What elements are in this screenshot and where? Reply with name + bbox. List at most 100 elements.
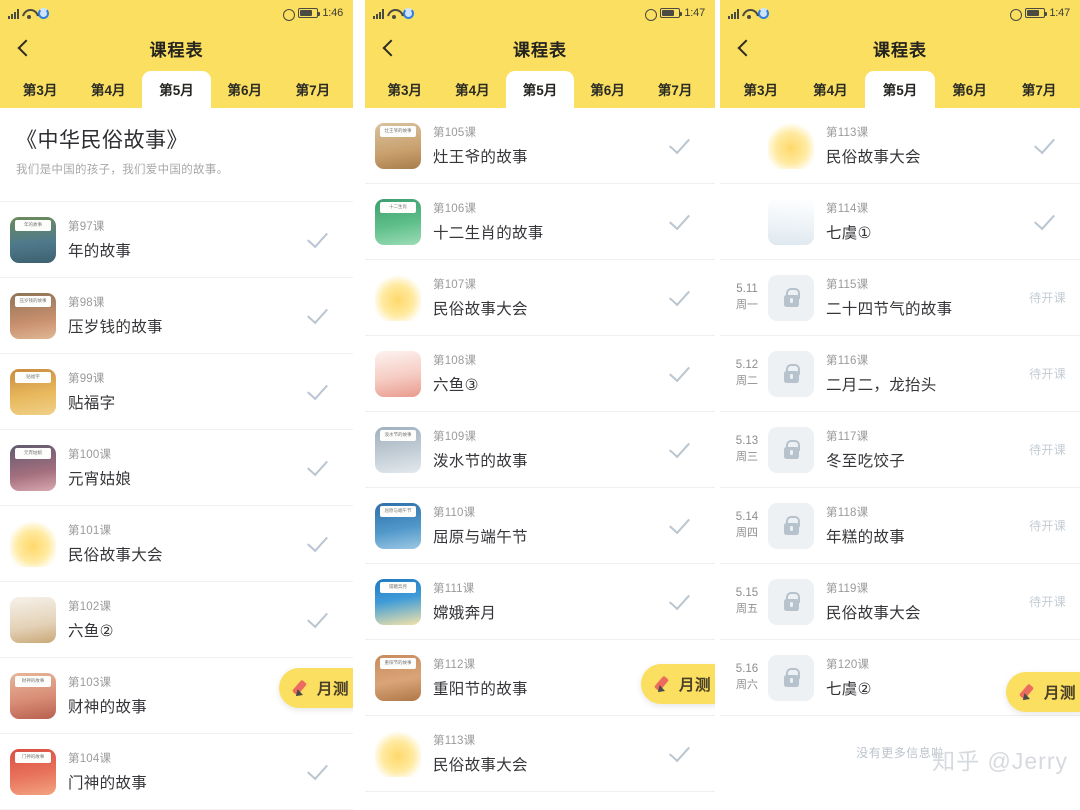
lesson-meta: 第111课 嫦娥奔月 (433, 580, 664, 623)
monthly-test-button[interactable]: 月测 (641, 664, 715, 704)
pending-status-label: 待开课 (1029, 443, 1066, 457)
monthly-test-label: 月测 (317, 681, 350, 698)
phone-screenshot-panel-2: 1:47 课程表 第3月 第4月 第5月 第6月 第7月 灶王爷的故事 第105课… (365, 0, 715, 810)
lesson-meta: 第97课 年的故事 (68, 218, 302, 261)
lesson-date-value: 5.13 (735, 435, 759, 448)
checkmark-icon (669, 740, 690, 763)
lesson-row[interactable]: 第107课 民俗故事大会 (365, 260, 715, 336)
status-bar-3: 1:47 (720, 0, 1080, 26)
thumbnail-artwork (10, 520, 56, 567)
lesson-row[interactable]: 元宵姑娘 第100课 元宵姑娘 (0, 430, 353, 506)
thumbnail-caption: 年的故事 (15, 219, 51, 231)
lesson-row[interactable]: 贴福字 第99课 贴福字 (0, 354, 353, 430)
lesson-date: 5.16 周六 (730, 661, 764, 694)
lesson-meta: 第110课 屈原与端午节 (433, 504, 664, 547)
tab-month-5[interactable]: 第5月 (142, 71, 211, 108)
tab-month-3[interactable]: 第3月 (371, 71, 439, 108)
lesson-status: 待开课 (1029, 517, 1066, 534)
lesson-row[interactable]: 第108课 六鱼③ (365, 336, 715, 412)
lesson-meta: 第118课 年糕的故事 (826, 504, 1023, 547)
monthly-test-label: 月测 (1044, 685, 1077, 702)
lesson-title: 门神的故事 (68, 775, 148, 792)
tab-month-7[interactable]: 第7月 (1004, 71, 1074, 108)
month-tabs-1: 第3月 第4月 第5月 第6月 第7月 (0, 70, 353, 108)
lesson-status (669, 588, 701, 611)
tab-month-7[interactable]: 第7月 (641, 71, 709, 108)
lesson-row[interactable]: 年的故事 第97课 年的故事 (0, 202, 353, 278)
tab-month-6[interactable]: 第6月 (574, 71, 642, 108)
pending-status-label: 待开课 (1029, 367, 1066, 381)
lesson-row[interactable]: 5.15 周五 第119课 民俗故事大会 待开课 (720, 564, 1080, 640)
tab-month-6[interactable]: 第6月 (211, 71, 279, 108)
checkmark-icon (307, 302, 328, 325)
lesson-status (669, 436, 701, 459)
monthly-test-button[interactable]: 月测 (1006, 672, 1080, 712)
pending-status-label: 待开课 (1029, 519, 1066, 533)
lesson-weekday-value: 周一 (736, 298, 758, 311)
rotation-lock-icon (38, 7, 49, 19)
lesson-meta: 第108课 六鱼③ (433, 352, 664, 395)
thumbnail-caption: 财神的故事 (15, 675, 51, 687)
lesson-number: 第102课 (68, 601, 112, 613)
lesson-meta: 第98课 压岁钱的故事 (68, 294, 302, 337)
checkmark-icon (1034, 132, 1055, 155)
checkmark-icon (669, 436, 690, 459)
tab-month-4[interactable]: 第4月 (74, 71, 142, 108)
lesson-row[interactable]: 泼水节的故事 第109课 泼水节的故事 (365, 412, 715, 488)
page-title: 课程表 (873, 40, 927, 60)
tab-month-5[interactable]: 第5月 (506, 71, 574, 108)
tab-month-5[interactable]: 第5月 (865, 71, 935, 108)
lesson-title: 屈原与端午节 (433, 529, 528, 546)
tab-month-3[interactable]: 第3月 (6, 71, 74, 108)
lock-icon (768, 350, 814, 397)
lock-icon (768, 502, 814, 549)
tab-month-7[interactable]: 第7月 (279, 71, 347, 108)
lesson-row[interactable]: 第114课 七虞① (720, 184, 1080, 260)
lesson-number: 第106课 (433, 203, 477, 215)
lesson-date-value: 5.11 (736, 283, 758, 296)
lesson-title: 年糕的故事 (826, 529, 906, 546)
lesson-thumbnail: 嫦娥奔月 (375, 578, 421, 625)
checkmark-icon (669, 512, 690, 535)
tab-month-6[interactable]: 第6月 (935, 71, 1005, 108)
lesson-title: 嫦娥奔月 (433, 605, 497, 622)
checkmark-icon (307, 606, 328, 629)
wifi-icon (742, 8, 755, 19)
wifi-icon (22, 8, 35, 19)
lesson-title: 财神的故事 (68, 699, 148, 716)
lesson-row[interactable]: 嫦娥奔月 第111课 嫦娥奔月 (365, 564, 715, 640)
lesson-row[interactable]: 第101课 民俗故事大会 (0, 506, 353, 582)
lesson-title: 元宵姑娘 (68, 471, 132, 488)
status-bar-right-1: 1:46 (283, 7, 343, 21)
lesson-row[interactable]: 十二生肖 第106课 十二生肖的故事 (365, 184, 715, 260)
lesson-row[interactable]: 第102课 六鱼② (0, 582, 353, 658)
rotation-lock-icon (758, 7, 769, 19)
lesson-row[interactable]: 5.12 周二 第116课 二月二，龙抬头 待开课 (720, 336, 1080, 412)
lesson-row[interactable]: 第113课 民俗故事大会 (365, 716, 715, 792)
lesson-title: 冬至吃饺子 (826, 453, 906, 470)
lesson-row[interactable]: 第113课 民俗故事大会 (720, 108, 1080, 184)
lesson-number: 第117课 (826, 431, 869, 443)
monthly-test-button[interactable]: 月测 (279, 668, 353, 708)
pending-status-label: 待开课 (1029, 595, 1066, 609)
app-header-3: 1:47 课程表 第3月 第4月 第5月 第6月 第7月 (720, 0, 1080, 108)
lesson-row[interactable]: 5.11 周一 第115课 二十四节气的故事 待开课 (720, 260, 1080, 336)
status-bar-clock: 1:47 (684, 7, 705, 19)
lesson-row[interactable]: 门神的故事 第104课 门神的故事 (0, 734, 353, 810)
watermark: 知乎 @Jerry (932, 748, 1068, 774)
lesson-row[interactable]: 5.13 周三 第117课 冬至吃饺子 待开课 (720, 412, 1080, 488)
tab-month-4[interactable]: 第4月 (796, 71, 866, 108)
lesson-thumbnail (10, 596, 56, 643)
lesson-title: 十二生肖的故事 (433, 225, 544, 242)
lesson-title: 民俗故事大会 (68, 547, 163, 564)
tab-month-4[interactable]: 第4月 (439, 71, 507, 108)
lesson-thumbnail: 压岁钱的故事 (10, 292, 56, 339)
lesson-number: 第113课 (433, 735, 476, 747)
tab-month-3[interactable]: 第3月 (726, 71, 796, 108)
thumbnail-artwork (768, 122, 814, 169)
lesson-title: 民俗故事大会 (826, 149, 921, 166)
lesson-row[interactable]: 压岁钱的故事 第98课 压岁钱的故事 (0, 278, 353, 354)
lesson-row[interactable]: 5.14 周四 第118课 年糕的故事 待开课 (720, 488, 1080, 564)
lesson-row[interactable]: 灶王爷的故事 第105课 灶王爷的故事 (365, 108, 715, 184)
lesson-row[interactable]: 屈原与端午节 第110课 屈原与端午节 (365, 488, 715, 564)
